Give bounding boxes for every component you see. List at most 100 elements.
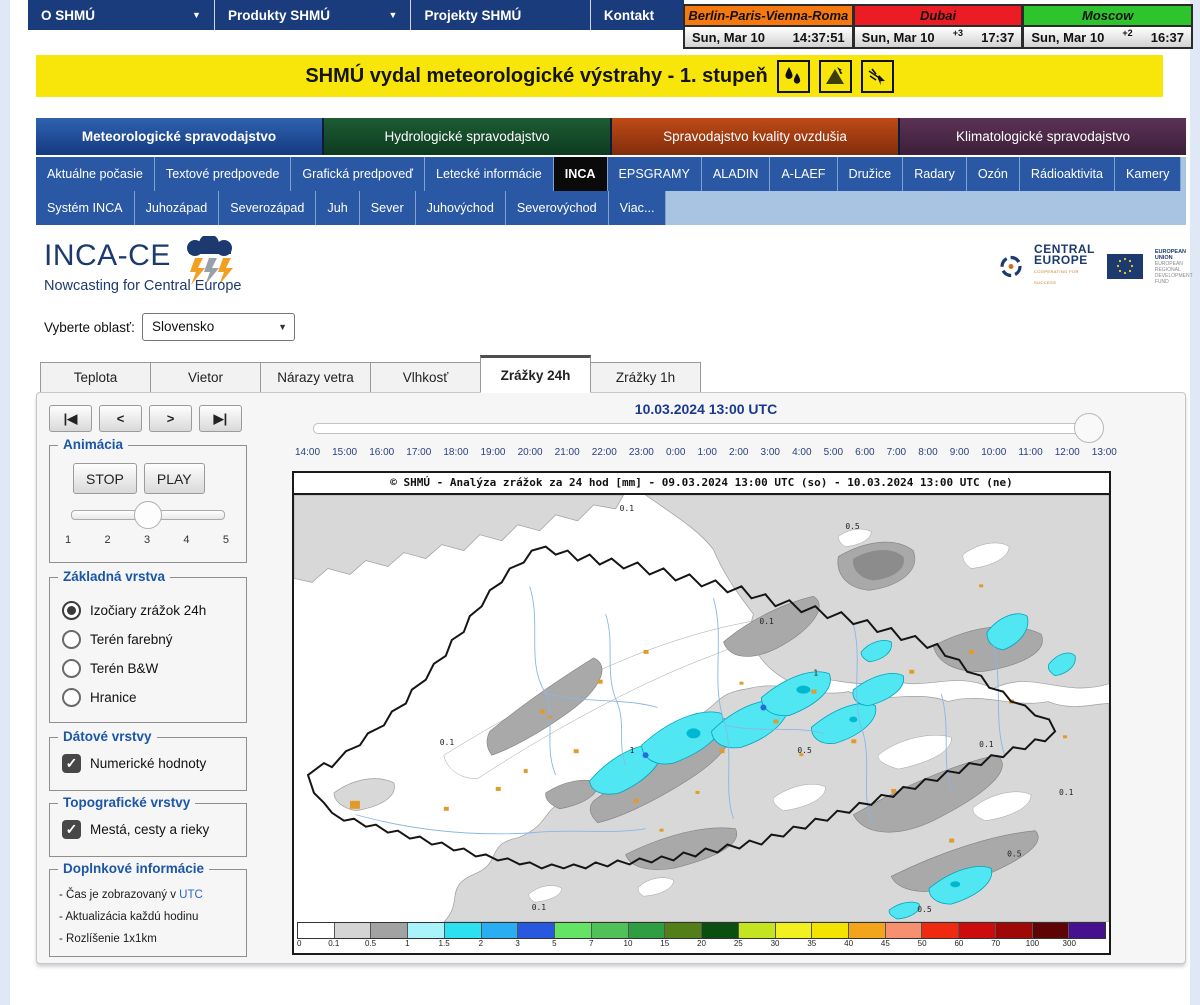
radio-option[interactable]: Terén farebný [62, 625, 238, 654]
parameter-tab[interactable]: Vlhkosť [370, 362, 481, 393]
subnav-region-item[interactable]: Severovýchod [506, 191, 609, 225]
subnav-region-item[interactable]: Sever [360, 191, 416, 225]
step-button[interactable]: > [149, 405, 192, 432]
animation-speed-slider[interactable] [71, 510, 225, 520]
map-image: 0.1 0.1 0.1 0.1 0.1 0.1 0.5 0.5 0.5 0.5 … [294, 495, 1109, 922]
radio-icon[interactable] [62, 659, 81, 678]
stop-button[interactable]: STOP [73, 463, 137, 494]
checkbox-checked-icon[interactable] [62, 820, 81, 839]
radio-icon[interactable] [62, 601, 81, 620]
subnav-item[interactable]: Radary [903, 157, 967, 191]
animation-speed-slider-handle[interactable] [134, 501, 162, 529]
step-button[interactable]: < [99, 405, 142, 432]
play-button[interactable]: PLAY [144, 463, 205, 494]
clock-date: Sun, Mar 10 [862, 30, 935, 45]
subnav-region-item[interactable]: Juh [316, 191, 359, 225]
parameter-tabs: TeplotaVietorNárazy vetraVlhkosťZrážky 2… [40, 355, 701, 393]
checkbox-option[interactable]: Numerické hodnoty [62, 754, 206, 773]
svg-text:0.1: 0.1 [759, 617, 774, 626]
parameter-tab[interactable]: Zrážky 24h [480, 355, 591, 393]
radio-option[interactable]: Terén B&W [62, 654, 238, 683]
info-legend: Doplnkové informácie [58, 861, 209, 876]
eu-fund-logo: EUROPEAN UNION EUROPEAN REGIONAL DEVELOP… [1155, 247, 1200, 285]
scale-label: 0 [297, 939, 301, 948]
subnav-region-item[interactable]: Juhovýchod [416, 191, 506, 225]
parameter-tab[interactable]: Teplota [40, 362, 151, 393]
animation-fieldset: Animácia STOP PLAY 12345 [49, 445, 247, 563]
inca-viewer-panel: |◀ < > ▶| Animácia STOP PLAY 12345 Základná… [36, 392, 1186, 964]
time-slider-handle[interactable] [1074, 413, 1104, 443]
clock-zone: Moscow Sun, Mar 10 +2 16:37 [1023, 4, 1193, 49]
step-button[interactable]: |◀ [49, 405, 92, 432]
data-layers-fieldset: Dátové vrstvy Numerické hodnoty [49, 737, 247, 791]
main-section-tab[interactable]: Hydrologické spravodajstvo [324, 118, 612, 155]
parameter-tab[interactable]: Nárazy vetra [260, 362, 371, 393]
weather-warning-banner[interactable]: SHMÚ vydal meteorologické výstrahy - 1. … [36, 55, 1163, 97]
subnav-item[interactable]: Grafická predpoveď [291, 157, 425, 191]
top-nav-item[interactable]: O SHMÚ ▼ [28, 0, 215, 30]
base-layer-fieldset: Základná vrstva Izočiary zrážok 24h Teré… [49, 577, 247, 723]
subnav-region-item[interactable]: Severozápad [219, 191, 316, 225]
subnav-item[interactable]: EPSGRAMY [608, 157, 702, 191]
checkbox-option[interactable]: Mestá, cesty a rieky [62, 820, 209, 839]
subnav-item[interactable]: INCA [554, 157, 608, 191]
checkbox-checked-icon[interactable] [62, 754, 81, 773]
subnav-item[interactable]: ALADIN [702, 157, 771, 191]
central-europe-logo: CENTRAL EUROPE COOPERATING FOR SUCCESS [1034, 244, 1095, 288]
animation-speed-ticks: 12345 [65, 534, 229, 546]
time-tick: 1:00 [697, 447, 716, 458]
region-selector-value: Slovensko [152, 319, 214, 334]
subnav-item[interactable]: Letecké informácie [425, 157, 554, 191]
time-tick: 9:00 [950, 447, 969, 458]
speed-tick-label: 2 [104, 534, 110, 546]
scale-label: 5 [552, 939, 556, 948]
clock-zone: Dubai Sun, Mar 10 +3 17:37 [854, 4, 1024, 49]
time-tick: 2:00 [729, 447, 748, 458]
clock-date: Sun, Mar 10 [1031, 30, 1104, 45]
main-section-tab[interactable]: Meteorologické spravodajstvo [36, 118, 324, 155]
scale-segment [739, 923, 776, 938]
svg-text:1: 1 [813, 669, 818, 678]
subnav-item[interactable]: Ozón [967, 157, 1020, 191]
top-nav-item[interactable]: Produkty SHMÚ ▼ [215, 0, 412, 30]
eu-text-line: DEVELOPMENT FUND [1155, 273, 1200, 285]
clock-zone-time: Sun, Mar 10 +3 17:37 [855, 27, 1022, 47]
snowdrift-warning-icon[interactable] [861, 60, 894, 93]
top-nav-item[interactable]: Projekty SHMÚ ▼ [411, 0, 590, 30]
main-section-tab[interactable]: Spravodajstvo kvality ovzdušia [612, 118, 900, 155]
time-slider[interactable] [313, 423, 1101, 434]
base-layer-options: Izočiary zrážok 24h Terén farebný Terén … [62, 596, 238, 712]
step-button[interactable]: ▶| [199, 405, 242, 432]
scale-segment [371, 923, 408, 938]
scale-label: 70 [991, 939, 1000, 948]
subnav-region-item[interactable]: Viac... [609, 191, 667, 225]
scale-label: 100 [1026, 939, 1039, 948]
scale-segment [335, 923, 372, 938]
region-selector[interactable]: Slovensko ▼ [142, 313, 295, 341]
subnav-item[interactable]: Družice [838, 157, 904, 191]
subnav-item[interactable]: A-LAEF [770, 157, 837, 191]
subnav-item[interactable]: Textové predpovede [155, 157, 291, 191]
subnav-region-item[interactable]: Juhozápad [135, 191, 220, 225]
main-section-tab[interactable]: Klimatologické spravodajstvo [900, 118, 1186, 155]
subnav-item[interactable]: Kamery [1115, 157, 1181, 191]
utc-link[interactable]: UTC [179, 889, 203, 901]
parameter-tab[interactable]: Vietor [150, 362, 261, 393]
top-nav-item[interactable]: Kontakt ▼ [591, 0, 684, 30]
radio-icon[interactable] [62, 630, 81, 649]
svg-text:0.5: 0.5 [797, 746, 812, 755]
clock-utc-offset: +2 [1122, 28, 1132, 38]
rain-warning-icon[interactable] [777, 60, 810, 93]
subnav-item[interactable]: Aktuálne počasie [36, 157, 155, 191]
radio-icon[interactable] [62, 688, 81, 707]
subnav-item[interactable]: Rádioaktivita [1020, 157, 1115, 191]
radio-option[interactable]: Izočiary zrážok 24h [62, 596, 238, 625]
subnav-region-item[interactable]: Systém INCA [36, 191, 135, 225]
parameter-tab[interactable]: Zrážky 1h [590, 362, 701, 393]
radio-option[interactable]: Hranice [62, 683, 238, 712]
subnav-inca-regions: Systém INCAJuhozápadSeverozápadJuhSeverJ… [36, 191, 1186, 225]
avalanche-warning-icon[interactable] [819, 60, 852, 93]
time-tick: 15:00 [332, 447, 357, 458]
scale-label: 1 [405, 939, 409, 948]
scale-segment [959, 923, 996, 938]
